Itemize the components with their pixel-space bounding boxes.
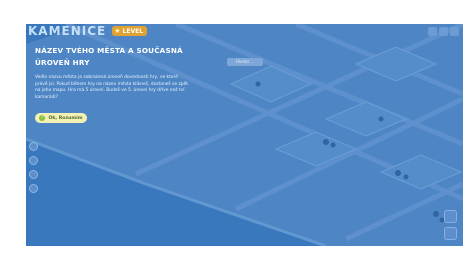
side-menu-button[interactable] (29, 142, 38, 151)
zoom-button[interactable] (444, 210, 457, 223)
check-icon: ✓ (39, 115, 46, 121)
tutorial-title: NÁZEV TVÉHO MĚSTA A SOUČASNÁ ÚROVEŇ HRY (35, 45, 195, 69)
game-viewport[interactable]: KAMENICE ★ LEVEL Hledat ... NÁZEV TVÉHO … (26, 24, 463, 246)
level-badge-label: LEVEL (122, 27, 144, 35)
tutorial-title-line1: NÁZEV TVÉHO MĚSTA A SOUČASNÁ (35, 46, 183, 55)
side-menu-button[interactable] (29, 184, 38, 193)
toolbar-slot[interactable] (450, 27, 459, 36)
top-right-toolbar (415, 27, 459, 39)
side-menu-button[interactable] (29, 156, 38, 165)
ok-understood-button[interactable]: ✓ Ok, Rozumím (35, 113, 87, 123)
level-badge: ★ LEVEL (112, 26, 148, 36)
ok-button-label: Ok, Rozumím (48, 115, 83, 121)
star-icon: ★ (114, 27, 121, 35)
city-name[interactable]: KAMENICE (26, 24, 106, 38)
settings-button[interactable] (444, 227, 457, 240)
search-label: Hledat ... (235, 59, 255, 64)
tutorial-description: Vedle názvu města je zobrazená úroveň do… (35, 75, 189, 100)
tutorial-title-line2: ÚROVEŇ HRY (35, 58, 90, 67)
toolbar-slot[interactable] (428, 27, 437, 36)
toolbar-slot[interactable] (439, 27, 448, 36)
map-search-bar[interactable]: Hledat ... (227, 58, 263, 66)
city-header[interactable]: KAMENICE ★ LEVEL (26, 24, 148, 38)
side-menu-button[interactable] (29, 170, 38, 179)
